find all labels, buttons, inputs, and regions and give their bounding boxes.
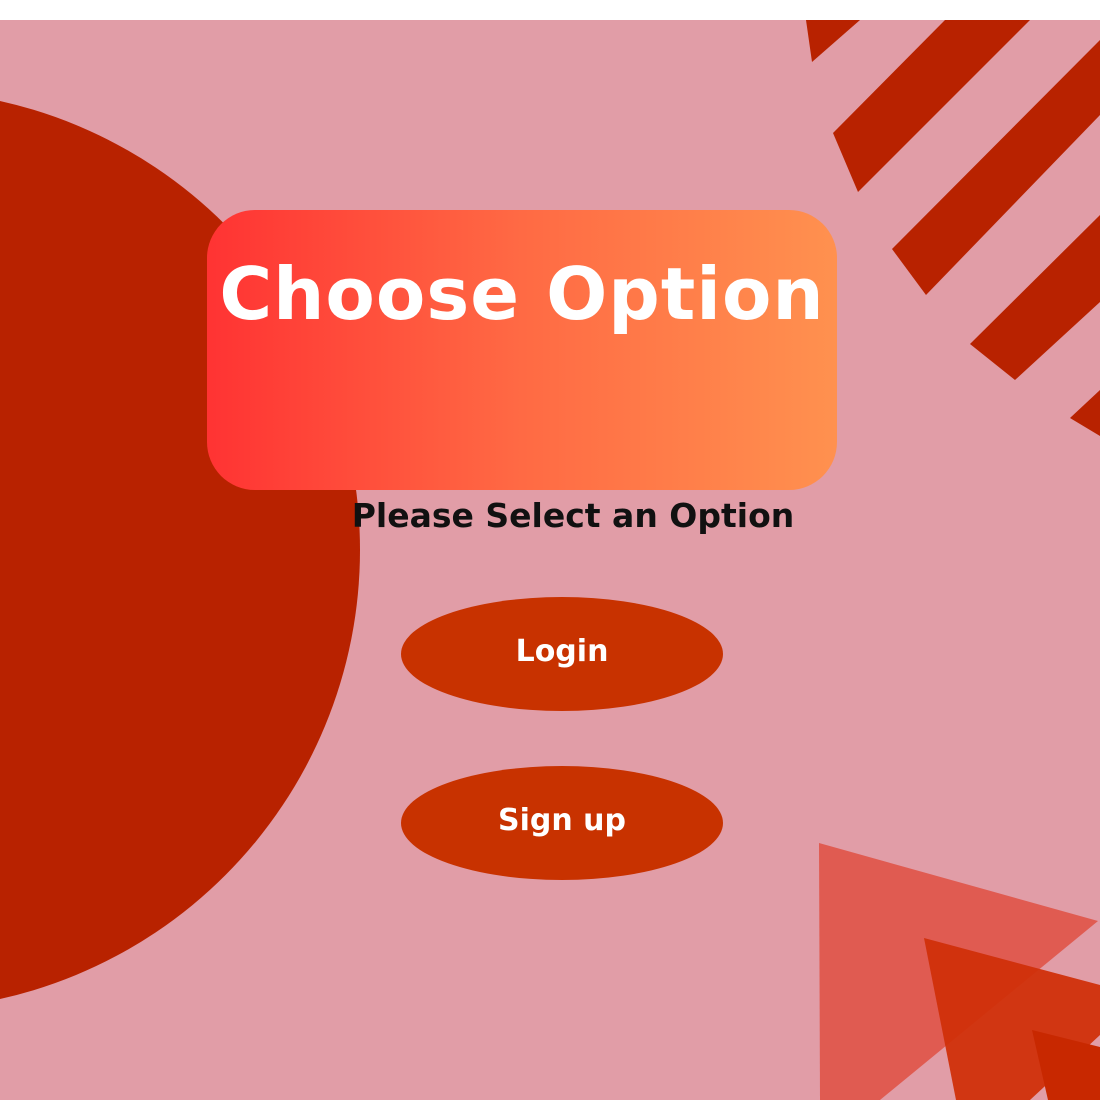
signup-button-label: Sign up (498, 802, 626, 838)
title-banner: Choose Option (207, 210, 837, 490)
choose-option-screen: Choose Option Please Select an Option Lo… (0, 20, 1100, 1100)
stripe-1 (806, 20, 860, 62)
stripe-5 (1070, 390, 1100, 436)
login-button[interactable]: Login (401, 597, 723, 711)
page-title: Choose Option (219, 252, 825, 336)
stripe-4 (970, 215, 1100, 380)
instruction-text: Please Select an Option (351, 496, 795, 535)
login-button-label: Login (515, 633, 609, 669)
signup-button[interactable]: Sign up (401, 766, 723, 880)
decorative-graphics (806, 20, 1100, 1100)
decorative-triangles (819, 843, 1100, 1100)
decorative-stripes (806, 20, 1100, 436)
